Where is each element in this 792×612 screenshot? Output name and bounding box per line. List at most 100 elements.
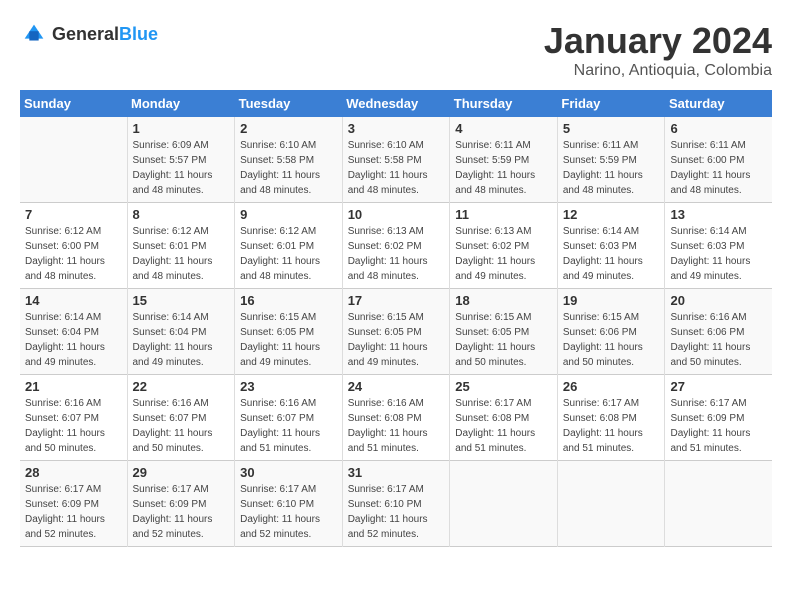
calendar-cell (20, 117, 127, 203)
calendar-cell: 26Sunrise: 6:17 AM Sunset: 6:08 PM Dayli… (557, 375, 665, 461)
calendar-cell: 8Sunrise: 6:12 AM Sunset: 6:01 PM Daylig… (127, 203, 235, 289)
day-info: Sunrise: 6:17 AM Sunset: 6:09 PM Dayligh… (670, 396, 767, 456)
day-number: 27 (670, 379, 767, 394)
day-number: 4 (455, 121, 552, 136)
day-info: Sunrise: 6:13 AM Sunset: 6:02 PM Dayligh… (455, 224, 552, 284)
day-info: Sunrise: 6:16 AM Sunset: 6:07 PM Dayligh… (133, 396, 230, 456)
calendar-cell: 25Sunrise: 6:17 AM Sunset: 6:08 PM Dayli… (450, 375, 558, 461)
day-info: Sunrise: 6:15 AM Sunset: 6:06 PM Dayligh… (563, 310, 660, 370)
calendar-cell: 6Sunrise: 6:11 AM Sunset: 6:00 PM Daylig… (665, 117, 772, 203)
day-number: 17 (348, 293, 445, 308)
calendar-table: SundayMondayTuesdayWednesdayThursdayFrid… (20, 90, 772, 547)
day-number: 12 (563, 207, 660, 222)
day-number: 1 (133, 121, 230, 136)
day-info: Sunrise: 6:16 AM Sunset: 6:07 PM Dayligh… (240, 396, 337, 456)
day-info: Sunrise: 6:11 AM Sunset: 5:59 PM Dayligh… (455, 138, 552, 198)
day-number: 21 (25, 379, 122, 394)
header-cell-thursday: Thursday (450, 90, 558, 117)
calendar-cell (450, 461, 558, 547)
header-cell-tuesday: Tuesday (235, 90, 343, 117)
day-info: Sunrise: 6:10 AM Sunset: 5:58 PM Dayligh… (348, 138, 445, 198)
day-info: Sunrise: 6:13 AM Sunset: 6:02 PM Dayligh… (348, 224, 445, 284)
main-title: January 2024 (544, 20, 772, 62)
calendar-header: SundayMondayTuesdayWednesdayThursdayFrid… (20, 90, 772, 117)
calendar-cell: 17 Sunrise: 6:15 AM Sunset: 6:05 PM Dayli… (342, 289, 450, 375)
day-number: 24 (348, 379, 445, 394)
day-info: Sunrise: 6:10 AM Sunset: 5:58 PM Dayligh… (240, 138, 337, 198)
day-info: Sunrise: 6:15 AM Sunset: 6:05 PM Dayligh… (240, 310, 337, 370)
day-number: 13 (670, 207, 767, 222)
calendar-cell: 11Sunrise: 6:13 AM Sunset: 6:02 PM Dayli… (450, 203, 558, 289)
day-number: 16 (240, 293, 337, 308)
day-info: Sunrise: 6:11 AM Sunset: 5:59 PM Dayligh… (563, 138, 660, 198)
calendar-cell: 16 Sunrise: 6:15 AM Sunset: 6:05 PM Dayli… (235, 289, 343, 375)
calendar-cell: 19Sunrise: 6:15 AM Sunset: 6:06 PM Dayli… (557, 289, 665, 375)
calendar-cell (665, 461, 772, 547)
calendar-cell: 28Sunrise: 6:17 AM Sunset: 6:09 PM Dayli… (20, 461, 127, 547)
day-number: 22 (133, 379, 230, 394)
logo-text: GeneralBlue (52, 24, 158, 45)
day-number: 3 (348, 121, 445, 136)
day-info: Sunrise: 6:16 AM Sunset: 6:07 PM Dayligh… (25, 396, 122, 456)
day-info: Sunrise: 6:12 AM Sunset: 6:01 PM Dayligh… (133, 224, 230, 284)
calendar-cell: 30Sunrise: 6:17 AM Sunset: 6:10 PM Dayli… (235, 461, 343, 547)
calendar-cell (557, 461, 665, 547)
day-number: 5 (563, 121, 660, 136)
day-number: 30 (240, 465, 337, 480)
day-number: 18 (455, 293, 552, 308)
calendar-cell: 3 Sunrise: 6:10 AM Sunset: 5:58 PM Daylig… (342, 117, 450, 203)
calendar-cell: 23 Sunrise: 6:16 AM Sunset: 6:07 PM Dayli… (235, 375, 343, 461)
calendar-cell: 2Sunrise: 6:10 AM Sunset: 5:58 PM Daylig… (235, 117, 343, 203)
day-info: Sunrise: 6:15 AM Sunset: 6:05 PM Dayligh… (455, 310, 552, 370)
day-info: Sunrise: 6:12 AM Sunset: 6:00 PM Dayligh… (25, 224, 122, 284)
header-cell-sunday: Sunday (20, 90, 127, 117)
day-info: Sunrise: 6:16 AM Sunset: 6:08 PM Dayligh… (348, 396, 445, 456)
day-info: Sunrise: 6:12 AM Sunset: 6:01 PM Dayligh… (240, 224, 337, 284)
day-number: 28 (25, 465, 122, 480)
calendar-cell: 10Sunrise: 6:13 AM Sunset: 6:02 PM Dayli… (342, 203, 450, 289)
header-cell-wednesday: Wednesday (342, 90, 450, 117)
logo-icon (20, 20, 48, 48)
day-info: Sunrise: 6:09 AM Sunset: 5:57 PM Dayligh… (133, 138, 230, 198)
calendar-cell: 29Sunrise: 6:17 AM Sunset: 6:09 PM Dayli… (127, 461, 235, 547)
day-number: 23 (240, 379, 337, 394)
header: GeneralBlue January 2024 Narino, Antioqu… (20, 20, 772, 80)
day-info: Sunrise: 6:17 AM Sunset: 6:08 PM Dayligh… (563, 396, 660, 456)
calendar-cell: 20Sunrise: 6:16 AM Sunset: 6:06 PM Dayli… (665, 289, 772, 375)
calendar-cell: 12 Sunrise: 6:14 AM Sunset: 6:03 PM Dayli… (557, 203, 665, 289)
calendar-cell: 9 Sunrise: 6:12 AM Sunset: 6:01 PM Daylig… (235, 203, 343, 289)
day-number: 29 (133, 465, 230, 480)
day-info: Sunrise: 6:14 AM Sunset: 6:03 PM Dayligh… (563, 224, 660, 284)
header-cell-saturday: Saturday (665, 90, 772, 117)
calendar-cell: 31 Sunrise: 6:17 AM Sunset: 6:10 PM Dayli… (342, 461, 450, 547)
subtitle: Narino, Antioquia, Colombia (544, 62, 772, 80)
day-info: Sunrise: 6:16 AM Sunset: 6:06 PM Dayligh… (670, 310, 767, 370)
calendar-cell: 22 Sunrise: 6:16 AM Sunset: 6:07 PM Dayli… (127, 375, 235, 461)
day-number: 31 (348, 465, 445, 480)
week-row-1: 1 Sunrise: 6:09 AM Sunset: 5:57 PM Daylig… (20, 117, 772, 203)
day-info: Sunrise: 6:14 AM Sunset: 6:04 PM Dayligh… (25, 310, 122, 370)
day-number: 15 (133, 293, 230, 308)
day-number: 14 (25, 293, 122, 308)
logo-general: General (52, 24, 119, 44)
calendar-cell: 7Sunrise: 6:12 AM Sunset: 6:00 PM Daylig… (20, 203, 127, 289)
header-cell-monday: Monday (127, 90, 235, 117)
calendar-cell: 13 Sunrise: 6:14 AM Sunset: 6:03 PM Dayli… (665, 203, 772, 289)
day-info: Sunrise: 6:11 AM Sunset: 6:00 PM Dayligh… (670, 138, 767, 198)
header-cell-friday: Friday (557, 90, 665, 117)
calendar-cell: 24 Sunrise: 6:16 AM Sunset: 6:08 PM Dayli… (342, 375, 450, 461)
day-info: Sunrise: 6:17 AM Sunset: 6:10 PM Dayligh… (348, 482, 445, 542)
day-info: Sunrise: 6:14 AM Sunset: 6:03 PM Dayligh… (670, 224, 767, 284)
calendar-body: 1 Sunrise: 6:09 AM Sunset: 5:57 PM Daylig… (20, 117, 772, 547)
calendar-cell: 1 Sunrise: 6:09 AM Sunset: 5:57 PM Daylig… (127, 117, 235, 203)
week-row-4: 21 Sunrise: 6:16 AM Sunset: 6:07 PM Dayli… (20, 375, 772, 461)
title-area: January 2024 Narino, Antioquia, Colombia (544, 20, 772, 80)
day-number: 9 (240, 207, 337, 222)
week-row-2: 7Sunrise: 6:12 AM Sunset: 6:00 PM Daylig… (20, 203, 772, 289)
calendar-cell: 27 Sunrise: 6:17 AM Sunset: 6:09 PM Dayli… (665, 375, 772, 461)
week-row-3: 14 Sunrise: 6:14 AM Sunset: 6:04 PM Dayli… (20, 289, 772, 375)
calendar-cell: 5 Sunrise: 6:11 AM Sunset: 5:59 PM Daylig… (557, 117, 665, 203)
day-info: Sunrise: 6:14 AM Sunset: 6:04 PM Dayligh… (133, 310, 230, 370)
calendar-cell: 15 Sunrise: 6:14 AM Sunset: 6:04 PM Dayli… (127, 289, 235, 375)
day-info: Sunrise: 6:15 AM Sunset: 6:05 PM Dayligh… (348, 310, 445, 370)
